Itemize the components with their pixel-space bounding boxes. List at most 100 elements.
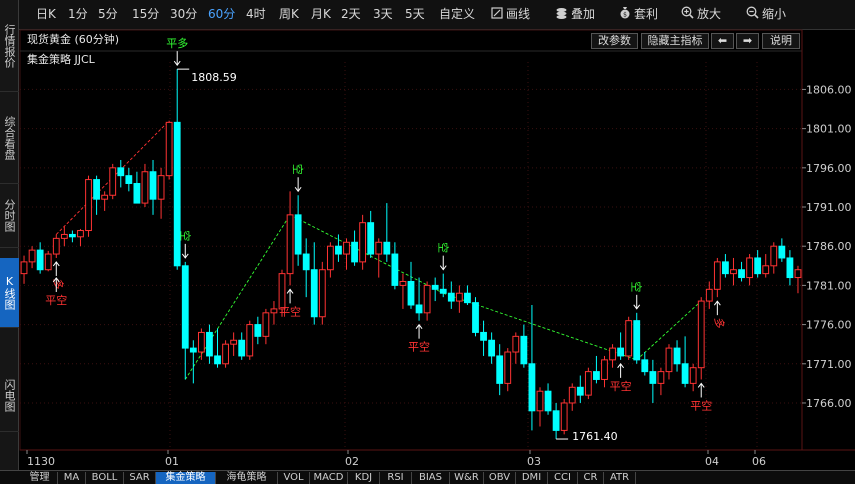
candle-body — [93, 179, 100, 200]
candle-body — [189, 347, 197, 353]
tab-jjcl[interactable]: 集金策略 — [156, 472, 216, 484]
candle-body — [286, 214, 294, 275]
prev-indicator-button[interactable]: ⬅ — [711, 33, 734, 49]
candle-body — [568, 386, 576, 404]
y-tick-label: 1801.00 — [806, 123, 852, 136]
candle-body — [423, 284, 431, 314]
candle-body — [778, 245, 786, 259]
y-tick-label: 1766.00 — [806, 397, 852, 410]
tab-obv[interactable]: OBV — [484, 472, 516, 484]
candle-body — [625, 320, 633, 357]
x-tick-label: 03 — [527, 455, 541, 468]
candle-body — [294, 214, 302, 255]
candle-body — [117, 167, 125, 177]
candle-body — [335, 245, 342, 255]
y-tick-label: 1786.00 — [806, 240, 852, 253]
candle-body — [560, 402, 568, 431]
kline-chart[interactable]: 1806.00 1801.00 1796.00 1791.00 1786.00 1781.… — [0, 0, 855, 470]
tab-vol[interactable]: VOL — [278, 472, 310, 484]
candle-body — [206, 331, 213, 357]
high-price-label: 1808.59 — [191, 71, 237, 84]
indicator-title: 集金策略 JJCL — [27, 53, 95, 66]
candle-body — [415, 304, 423, 314]
tab-atr[interactable]: ATR — [604, 472, 636, 484]
hide-indicator-button[interactable]: 隐藏主指标 — [641, 33, 709, 49]
candle-body — [52, 237, 60, 255]
candle-body — [536, 390, 544, 412]
candle-body — [786, 257, 794, 279]
candle-body — [68, 233, 76, 238]
candle-body — [593, 371, 600, 380]
signal-label: 空 — [291, 164, 305, 175]
candle-body — [141, 171, 149, 204]
candle-body — [738, 269, 745, 279]
candle-body — [318, 269, 326, 318]
tab-dmi[interactable]: DMI — [516, 472, 548, 484]
candle-body — [488, 339, 496, 357]
candle-body — [544, 390, 552, 412]
candle-body — [351, 241, 358, 263]
candle-body — [359, 222, 367, 263]
x-tick-label: 1130 — [27, 455, 55, 468]
candle-body — [173, 121, 181, 267]
candle-body — [794, 269, 802, 279]
help-button[interactable]: 说明 — [762, 33, 800, 49]
candle-body — [601, 359, 608, 380]
x-tick-label: 04 — [705, 455, 719, 468]
candle-body — [326, 245, 334, 271]
candle-body — [262, 312, 270, 337]
candle-body — [681, 363, 689, 384]
candle-body — [302, 253, 310, 271]
tab-manage[interactable]: 管理 — [22, 472, 58, 484]
tab-rsi[interactable]: RSI — [380, 472, 412, 484]
candle-body — [238, 339, 246, 357]
candle-body — [375, 241, 383, 255]
tab-boll[interactable]: BOLL — [86, 472, 124, 484]
tab-cci[interactable]: CCI — [548, 472, 578, 484]
signal-label: 平空 — [690, 398, 712, 412]
candle-body — [60, 233, 68, 239]
candle-body — [383, 241, 391, 255]
edit-params-button[interactable]: 改参数 — [591, 33, 638, 49]
y-tick-label: 1806.00 — [806, 83, 852, 96]
candle-body — [85, 179, 92, 232]
candle-body — [343, 241, 350, 255]
tab-macd[interactable]: MACD — [310, 472, 348, 484]
x-tick-label: 02 — [345, 455, 359, 468]
candle-body — [439, 288, 447, 294]
candle-body — [641, 359, 649, 373]
tab-kdj[interactable]: KDJ — [348, 472, 380, 484]
arrow-right-icon: ➡ — [742, 34, 753, 47]
signal-label: 空 — [178, 230, 192, 241]
tab-turtle[interactable]: 海龟策略 — [216, 472, 278, 484]
signal-label: 空 — [630, 281, 644, 292]
candle-body — [28, 249, 36, 263]
candle-body — [762, 265, 770, 275]
candle-body — [246, 324, 254, 357]
candle-body — [713, 261, 721, 290]
tab-ma[interactable]: MA — [58, 472, 86, 484]
candle-body — [407, 280, 415, 306]
candle-body — [657, 371, 665, 384]
candle-body — [431, 284, 439, 290]
tab-bias[interactable]: BIAS — [412, 472, 450, 484]
candle-body — [480, 331, 487, 341]
candle-body — [697, 300, 705, 369]
candle-body — [576, 386, 584, 396]
signal-label: 平空 — [45, 293, 67, 307]
candle-body — [730, 269, 737, 275]
candle-body — [133, 182, 141, 204]
candle-body — [584, 371, 592, 396]
candle-body — [20, 261, 28, 275]
candle-body — [391, 253, 399, 286]
indicator-tabbar: 管理 MA BOLL SAR 集金策略 海龟策略 VOL MACD KDJ RS… — [0, 470, 855, 484]
candle-body — [157, 175, 165, 200]
y-tick-label: 1781.00 — [806, 279, 852, 292]
signal-label: 平多 — [166, 36, 188, 50]
tab-wr[interactable]: W&R — [450, 472, 484, 484]
x-tick-label: 01 — [165, 455, 179, 468]
tab-cr[interactable]: CR — [578, 472, 604, 484]
candle-body — [552, 410, 560, 431]
next-indicator-button[interactable]: ➡ — [736, 33, 759, 49]
tab-sar[interactable]: SAR — [124, 472, 156, 484]
